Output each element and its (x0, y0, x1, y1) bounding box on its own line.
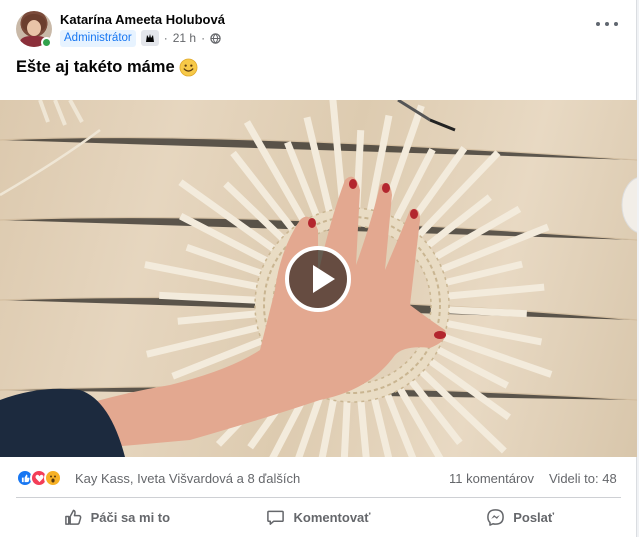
post-actions: Páči sa mi to Komentovať Poslať (16, 500, 621, 534)
post-card: Katarína Ameeta Holubová Administrátor ·… (0, 0, 637, 537)
wow-icon (44, 469, 62, 487)
messenger-icon (487, 508, 505, 526)
comment-label: Komentovať (293, 509, 371, 525)
comments-count[interactable]: 11 komentárov (449, 471, 534, 486)
meta-separator: · (163, 31, 168, 45)
play-icon (313, 265, 335, 293)
reactors-list[interactable]: Kay Kass, Iveta Višvardová a 8 ďalších (75, 471, 300, 486)
community-badge-icon[interactable] (140, 30, 159, 46)
post-meta: Administrátor · 21 h · (60, 29, 221, 47)
like-label: Páči sa mi to (90, 509, 171, 525)
post-text: Ešte aj takéto máme (16, 58, 198, 77)
more-options-button[interactable] (596, 17, 618, 31)
share-button[interactable]: Poslať (419, 500, 621, 534)
globe-icon[interactable] (210, 32, 221, 44)
comment-icon (267, 510, 285, 525)
author-name[interactable]: Katarína Ameeta Holubová (60, 12, 225, 27)
post-message: Ešte aj takéto máme (16, 58, 175, 76)
video-player[interactable] (0, 100, 637, 457)
views-count: Videli to: 48 (549, 471, 617, 486)
divider (16, 497, 621, 498)
post-time[interactable]: 21 h (173, 31, 196, 45)
share-label: Poslať (513, 509, 555, 525)
smile-emoji-icon (179, 58, 198, 77)
thumbs-up-icon (64, 509, 81, 525)
role-badge[interactable]: Administrátor (60, 29, 136, 47)
post-header: Katarína Ameeta Holubová Administrátor ·… (0, 0, 636, 52)
comment-button[interactable]: Komentovať (218, 500, 420, 534)
online-status-dot (41, 37, 52, 48)
reactions-summary: Kay Kass, Iveta Višvardová a 8 ďalších 1… (0, 460, 636, 496)
like-button[interactable]: Páči sa mi to (16, 500, 218, 534)
more-horizontal-icon (596, 22, 600, 26)
play-button[interactable] (285, 246, 351, 312)
meta-separator-2: · (201, 31, 206, 45)
reaction-icons[interactable] (16, 469, 62, 487)
